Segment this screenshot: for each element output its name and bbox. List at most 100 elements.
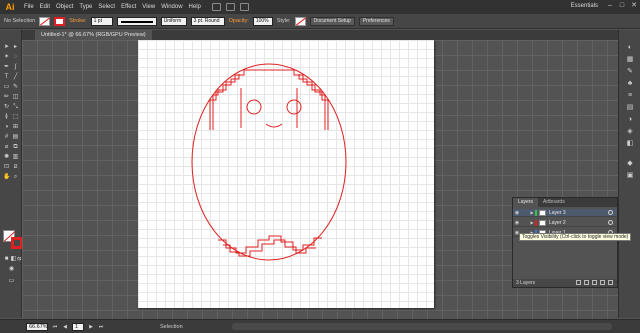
brush-definition[interactable]: 3 pt. Round bbox=[190, 16, 225, 26]
target-circle-icon[interactable] bbox=[608, 220, 613, 225]
direct-selection-tool-icon[interactable]: ▸ bbox=[12, 44, 19, 51]
opacity-field[interactable]: 100% bbox=[252, 16, 273, 26]
minimize-icon[interactable]: – bbox=[606, 2, 614, 10]
menu-edit[interactable]: Edit bbox=[37, 0, 53, 14]
menu-window[interactable]: Window bbox=[158, 0, 185, 14]
last-artboard-icon[interactable]: ⏭ bbox=[98, 323, 104, 331]
width-tool-icon[interactable]: ≬ bbox=[3, 114, 10, 121]
selection-tool-icon[interactable]: ➤ bbox=[3, 44, 10, 51]
delete-layer-icon[interactable] bbox=[608, 280, 613, 285]
line-tool-icon[interactable]: ╱ bbox=[12, 74, 19, 81]
stroke-weight-field[interactable]: 1 pt bbox=[90, 16, 113, 26]
menu-object[interactable]: Object bbox=[53, 0, 76, 14]
opacity-label[interactable]: Opacity: bbox=[229, 18, 249, 24]
artboard-number-field[interactable]: 1 bbox=[72, 322, 84, 331]
color-panel-icon[interactable]: ◐ bbox=[626, 44, 634, 52]
perspective-grid-tool-icon[interactable]: ⊞ bbox=[12, 124, 19, 131]
menu-view[interactable]: View bbox=[139, 0, 158, 14]
first-artboard-icon[interactable]: ⏮ bbox=[52, 323, 58, 331]
layers-panel-icon[interactable]: ◆ bbox=[626, 160, 634, 168]
graphic-styles-panel-icon[interactable]: ◧ bbox=[626, 140, 634, 148]
transparency-panel-icon[interactable]: ◑ bbox=[626, 116, 634, 124]
stroke-panel-icon[interactable]: ≡ bbox=[626, 92, 634, 100]
free-transform-tool-icon[interactable]: ⬚ bbox=[12, 114, 19, 121]
horizontal-scrollbar[interactable] bbox=[232, 323, 612, 330]
symbols-panel-icon[interactable]: ♣ bbox=[626, 80, 634, 88]
menu-file[interactable]: File bbox=[21, 0, 37, 14]
column-graph-tool-icon[interactable]: ▥ bbox=[12, 154, 19, 161]
document-setup-button[interactable]: Document Setup bbox=[309, 16, 355, 26]
layer-name[interactable]: Layer 3 bbox=[549, 210, 608, 216]
variable-width-profile[interactable]: Uniform bbox=[160, 16, 187, 26]
stroke-swatch[interactable] bbox=[54, 16, 66, 26]
artboard[interactable] bbox=[138, 40, 434, 308]
eyedropper-tool-icon[interactable]: ⌀ bbox=[3, 144, 10, 151]
layer-thumbnail bbox=[539, 209, 546, 216]
zoom-tool-icon[interactable]: ⌕ bbox=[12, 174, 19, 181]
rectangle-tool-icon[interactable]: ▭ bbox=[3, 84, 10, 91]
clipping-mask-icon[interactable] bbox=[584, 280, 589, 285]
scale-tool-icon[interactable]: ⤡ bbox=[12, 104, 19, 111]
shape-builder-tool-icon[interactable]: ◑ bbox=[3, 124, 10, 131]
layer-row-2[interactable]: ◉ ▶ Layer 2 bbox=[513, 219, 617, 227]
layer-row-3[interactable]: ◉ ▶ Layer 3 bbox=[513, 209, 617, 217]
layer-name[interactable]: Layer 2 bbox=[549, 220, 608, 226]
current-tool-status: Selection bbox=[160, 323, 183, 330]
screen-mode-icon[interactable]: ▭ bbox=[8, 278, 15, 285]
eraser-tool-icon[interactable]: ◫ bbox=[12, 94, 19, 101]
visibility-eye-icon[interactable]: ◉ bbox=[513, 210, 521, 216]
preferences-button[interactable]: Preferences bbox=[358, 16, 394, 26]
menu-tool-buttons bbox=[211, 3, 249, 11]
artboards-panel-icon[interactable]: ▣ bbox=[626, 172, 634, 180]
hand-tool-icon[interactable]: ✋ bbox=[3, 174, 10, 181]
new-sublayer-icon[interactable] bbox=[592, 280, 597, 285]
paintbrush-tool-icon[interactable]: ✎ bbox=[12, 84, 19, 91]
symbol-sprayer-tool-icon[interactable]: ✺ bbox=[3, 154, 10, 161]
target-circle-icon[interactable] bbox=[608, 210, 613, 215]
blend-tool-icon[interactable]: ⧉ bbox=[12, 144, 19, 151]
zoom-level-field[interactable]: 66.67% bbox=[26, 322, 48, 331]
previous-artboard-icon[interactable]: ◀ bbox=[62, 323, 68, 331]
tab-layers[interactable]: Layers bbox=[513, 198, 539, 207]
arrange-documents-icon[interactable] bbox=[225, 3, 235, 11]
next-artboard-icon[interactable]: ▶ bbox=[88, 323, 94, 331]
brushes-panel-icon[interactable]: ✎ bbox=[626, 68, 634, 76]
sync-icon[interactable] bbox=[239, 3, 249, 11]
magic-wand-tool-icon[interactable]: ✶ bbox=[3, 54, 10, 61]
lasso-tool-icon[interactable]: ◌ bbox=[12, 54, 19, 61]
curvature-tool-icon[interactable]: ∫ bbox=[12, 64, 19, 71]
maximize-icon[interactable]: □ bbox=[618, 2, 626, 10]
menu-select[interactable]: Select bbox=[95, 0, 118, 14]
close-icon[interactable]: ✕ bbox=[630, 2, 638, 10]
gradient-panel-icon[interactable]: ▤ bbox=[626, 104, 634, 112]
draw-mode-icon[interactable]: ◉ bbox=[8, 266, 15, 273]
artboard-tool-icon[interactable]: ⊡ bbox=[3, 164, 10, 171]
graphic-style-swatch[interactable] bbox=[294, 16, 306, 26]
swatches-panel-icon[interactable]: ▦ bbox=[626, 56, 634, 64]
slice-tool-icon[interactable]: ⧄ bbox=[12, 164, 19, 171]
pencil-tool-icon[interactable]: ✏ bbox=[3, 94, 10, 101]
pen-tool-icon[interactable]: ✒ bbox=[3, 64, 10, 71]
style-label: Style: bbox=[276, 18, 291, 24]
gradient-tool-icon[interactable]: ▤ bbox=[12, 134, 19, 141]
menu-help[interactable]: Help bbox=[186, 0, 204, 14]
mesh-tool-icon[interactable]: # bbox=[3, 134, 10, 141]
stroke-label[interactable]: Stroke: bbox=[69, 18, 86, 24]
tab-artboards[interactable]: Artboards bbox=[538, 198, 570, 207]
appearance-panel-icon[interactable]: ◈ bbox=[626, 128, 634, 136]
menu-effect[interactable]: Effect bbox=[118, 0, 139, 14]
ghost-drawing[interactable] bbox=[138, 40, 434, 308]
visibility-eye-icon[interactable]: ◉ bbox=[513, 220, 521, 226]
locate-object-icon[interactable] bbox=[576, 280, 581, 285]
workspace-switcher[interactable]: Essentials bbox=[571, 3, 598, 12]
fill-swatch[interactable] bbox=[39, 16, 51, 26]
type-tool-icon[interactable]: T bbox=[3, 74, 10, 81]
ghost-right-eye bbox=[286, 99, 302, 115]
stroke-preview[interactable] bbox=[116, 16, 157, 26]
color-mode-icon[interactable]: ■ bbox=[3, 256, 10, 263]
bridge-icon[interactable] bbox=[211, 3, 221, 11]
menu-type[interactable]: Type bbox=[76, 0, 95, 14]
new-layer-icon[interactable] bbox=[600, 280, 605, 285]
document-tab[interactable]: Untitled-1* @ 66.67% (RGB/GPU Preview) bbox=[35, 30, 152, 40]
rotate-tool-icon[interactable]: ↻ bbox=[3, 104, 10, 111]
